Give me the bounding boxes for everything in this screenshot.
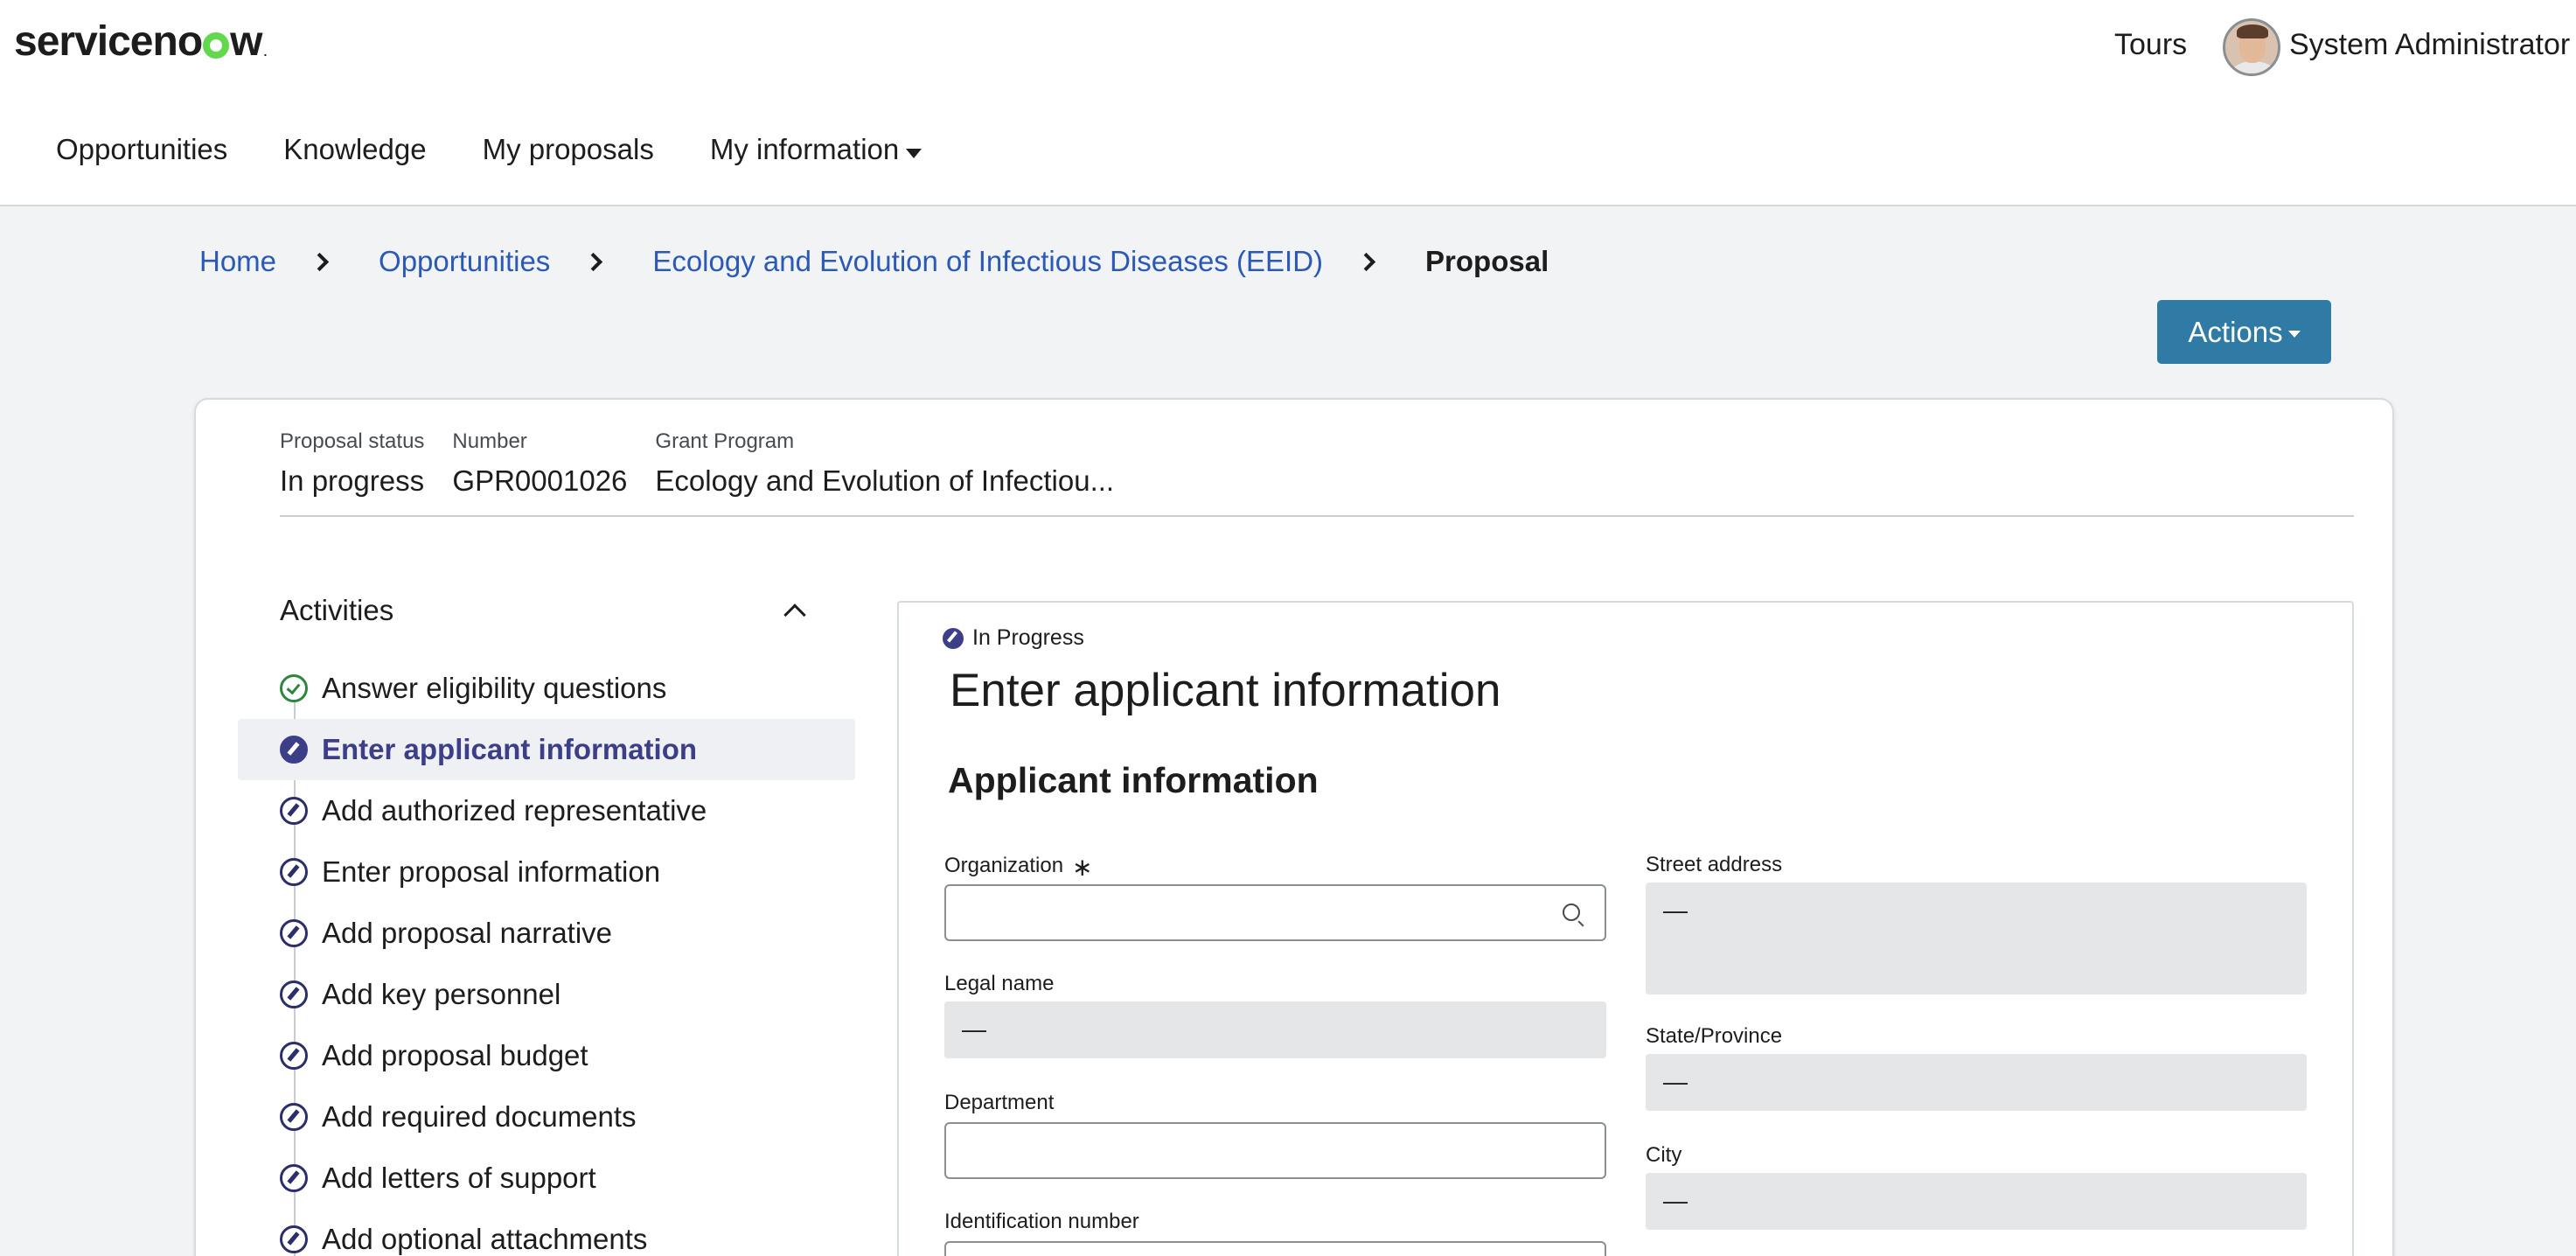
edit-circle-icon (280, 1042, 308, 1070)
activity-item-budget[interactable]: Add proposal budget (238, 1025, 855, 1086)
caret-down-icon (2287, 330, 2301, 338)
nav-item-knowledge[interactable]: Knowledge (283, 133, 426, 166)
applicant-form-panel: In Progress Enter applicant information … (897, 601, 2354, 1256)
summary-number: Number GPR0001026 (452, 429, 628, 497)
activity-item-authorized-rep[interactable]: Add authorized representative (238, 780, 855, 841)
chevron-right-icon (584, 252, 603, 271)
edit-circle-icon (280, 1103, 308, 1131)
edit-circle-icon (280, 797, 308, 825)
edit-circle-icon (280, 858, 308, 886)
top-header: serviceno w. Tours System Administrator O… (0, 0, 2576, 206)
breadcrumb-program[interactable]: Ecology and Evolution of Infectious Dise… (652, 245, 1323, 278)
summary-grant-program: Grant Program Ecology and Evolution of I… (655, 429, 1115, 497)
edit-circle-icon (280, 919, 308, 947)
identification-number-label: Identification number (944, 1210, 1139, 1233)
street-address-field: — (1646, 883, 2307, 994)
activity-item-applicant-info[interactable]: Enter applicant information (238, 719, 855, 780)
edit-circle-icon (280, 1164, 308, 1192)
proposal-card: Proposal status In progress Number GPR00… (194, 398, 2394, 1256)
edit-circle-icon (280, 980, 308, 1008)
form-title: Enter applicant information (950, 665, 1501, 716)
breadcrumb: Home Opportunities Ecology and Evolution… (199, 245, 1549, 278)
form-status: In Progress (943, 625, 1084, 651)
department-label: Department (944, 1091, 1055, 1114)
nav-item-opportunities[interactable]: Opportunities (56, 133, 227, 166)
chevron-right-icon (310, 252, 330, 271)
city-label: City (1646, 1143, 1682, 1167)
edit-circle-icon (280, 736, 308, 764)
breadcrumb-opportunities[interactable]: Opportunities (379, 245, 550, 278)
state-province-field: — (1646, 1054, 2307, 1111)
activity-item-optional-attachments[interactable]: Add optional attachments (238, 1209, 855, 1256)
logo-text-end: w (230, 18, 262, 65)
divider (280, 515, 2354, 517)
logo-text-part: serviceno (14, 18, 203, 65)
search-icon[interactable] (1563, 904, 1580, 921)
identification-number-input[interactable] (944, 1241, 1606, 1256)
nav-item-my-proposals[interactable]: My proposals (483, 133, 654, 166)
state-province-label: State/Province (1646, 1024, 1783, 1048)
activity-item-key-personnel[interactable]: Add key personnel (238, 964, 855, 1025)
main-nav: Opportunities Knowledge My proposals My … (56, 133, 922, 166)
activity-item-required-docs[interactable]: Add required documents (238, 1086, 855, 1148)
user-avatar[interactable] (2223, 18, 2280, 76)
breadcrumb-current: Proposal (1425, 245, 1549, 277)
logo-o-icon (203, 31, 230, 59)
caret-down-icon (906, 148, 922, 158)
activity-item-narrative[interactable]: Add proposal narrative (238, 903, 855, 964)
legal-name-field: — (944, 1001, 1606, 1058)
proposal-summary: Proposal status In progress Number GPR00… (280, 429, 1114, 498)
activities-title: Activities (280, 594, 394, 626)
summary-status: Proposal status In progress (280, 429, 425, 497)
breadcrumb-home[interactable]: Home (199, 245, 276, 278)
edit-circle-icon (943, 627, 964, 649)
city-field: — (1646, 1173, 2307, 1230)
servicenow-logo[interactable]: serviceno w. (14, 17, 267, 66)
activity-item-letters-support[interactable]: Add letters of support (238, 1148, 855, 1209)
activity-item-proposal-info[interactable]: Enter proposal information (238, 841, 855, 903)
activities-list: Answer eligibility questions Enter appli… (238, 658, 855, 1256)
section-title: Applicant information (948, 760, 1319, 800)
activities-header[interactable]: Activities (280, 594, 810, 627)
activity-item-eligibility[interactable]: Answer eligibility questions (238, 658, 855, 719)
organization-label: Organization ∗ (944, 854, 1093, 881)
chevron-up-icon[interactable] (783, 604, 806, 626)
legal-name-label: Legal name (944, 972, 1055, 995)
user-name[interactable]: System Administrator (2289, 28, 2570, 62)
chevron-right-icon (1356, 252, 1376, 271)
tours-link[interactable]: Tours (2114, 28, 2187, 62)
required-icon: ∗ (1072, 854, 1093, 881)
edit-circle-icon (280, 1225, 308, 1253)
organization-input[interactable] (944, 884, 1606, 941)
actions-button[interactable]: Actions (2157, 300, 2331, 364)
nav-item-my-information[interactable]: My information (710, 133, 922, 166)
department-input[interactable] (944, 1122, 1606, 1179)
check-circle-icon (280, 674, 308, 702)
street-address-label: Street address (1646, 853, 1783, 876)
